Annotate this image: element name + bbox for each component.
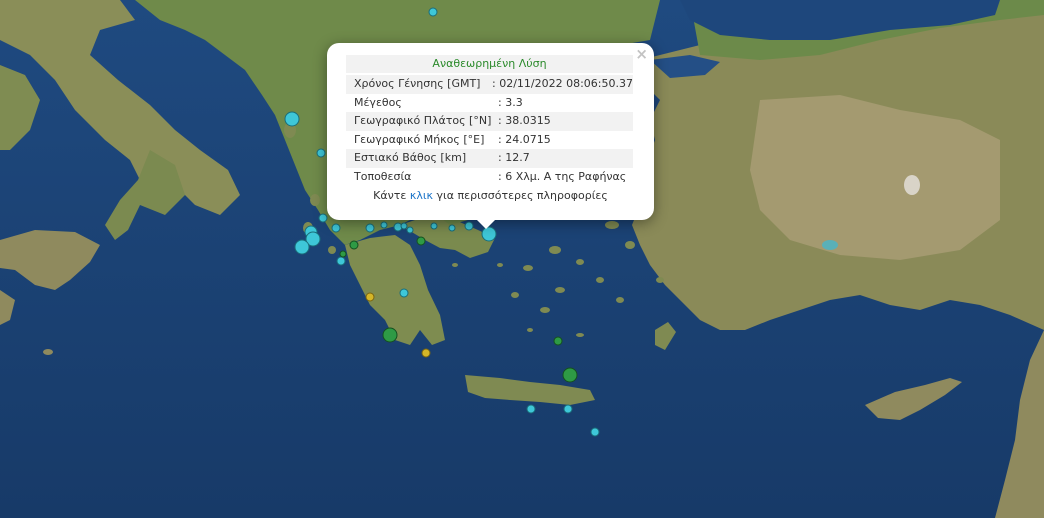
row-label: Τοποθεσία: [354, 169, 412, 183]
earthquake-marker[interactable]: [399, 288, 409, 298]
row-label: Εστιακό Βάθος [km]: [354, 151, 467, 164]
earthquake-marker[interactable]: [406, 226, 414, 234]
row-value: : 24.0715: [498, 132, 551, 146]
lake: [904, 175, 920, 195]
popup-pointer: [476, 219, 496, 229]
row-value: : 6 Χλμ. Α της Ραφήνας: [498, 169, 627, 183]
row-latitude: Γεωγραφικό Πλάτος [°N] : 38.0315: [346, 112, 633, 131]
earthquake-marker[interactable]: [553, 336, 563, 346]
row-label: Γεωγραφικό Μήκος [°E]: [354, 132, 485, 146]
earthquake-marker[interactable]: [380, 221, 388, 229]
earthquake-marker[interactable]: [430, 222, 438, 230]
more-suffix: για περισσότερες πληροφορίες: [433, 189, 608, 202]
earthquake-marker[interactable]: [400, 222, 408, 230]
earthquake-marker[interactable]: [382, 327, 398, 343]
earthquake-marker[interactable]: [590, 427, 600, 437]
earthquake-marker[interactable]: [318, 213, 328, 223]
row-magnitude: Μέγεθος : 3.3: [346, 94, 633, 113]
earthquake-popup: × Αναθεωρημένη Λύση Χρόνος Γένησης [GMT]…: [327, 43, 654, 220]
row-label: Χρόνος Γένησης [GMT]: [354, 77, 481, 90]
popup-title: Αναθεωρημένη Λύση: [346, 55, 633, 73]
earthquake-marker[interactable]: [294, 239, 310, 255]
row-longitude: Γεωγραφικό Μήκος [°E] : 24.0715: [346, 131, 633, 150]
more-info-link[interactable]: κλικ: [410, 189, 433, 202]
earthquake-marker[interactable]: [421, 348, 431, 358]
row-depth: Εστιακό Βάθος [km] : 12.7: [346, 149, 633, 168]
earthquake-marker[interactable]: [339, 250, 347, 258]
lake: [822, 240, 838, 250]
row-origin-time: Χρόνος Γένησης [GMT] : 02/11/2022 08:06:…: [346, 75, 633, 94]
earthquake-marker[interactable]: [365, 292, 375, 302]
row-location: Τοποθεσία : 6 Χλμ. Α της Ραφήνας: [346, 168, 633, 187]
earthquake-marker[interactable]: [448, 224, 456, 232]
earthquake-marker-selected[interactable]: [481, 226, 497, 242]
earthquake-marker[interactable]: [562, 367, 578, 383]
earthquake-marker[interactable]: [336, 256, 346, 266]
earthquake-marker[interactable]: [365, 223, 375, 233]
row-value: : 3.3: [498, 95, 523, 109]
earthquake-marker[interactable]: [526, 404, 536, 414]
more-info-text: Κάντε κλικ για περισσότερες πληροφορίες: [327, 189, 654, 202]
row-label: Μέγεθος: [354, 95, 402, 109]
earthquake-marker[interactable]: [349, 240, 359, 250]
row-value: : 02/11/2022 08:06:50.37: [492, 77, 633, 90]
land-malta: [43, 349, 53, 355]
row-value: : 38.0315: [498, 114, 551, 127]
row-label: Γεωγραφικό Πλάτος [°N]: [354, 114, 492, 127]
earthquake-marker[interactable]: [563, 404, 573, 414]
earthquake-marker[interactable]: [284, 111, 300, 127]
more-prefix: Κάντε: [373, 189, 410, 202]
earthquake-marker[interactable]: [428, 7, 438, 17]
row-value: : 12.7: [498, 151, 530, 164]
earthquake-marker[interactable]: [316, 148, 326, 158]
popup-info-table: Χρόνος Γένησης [GMT] : 02/11/2022 08:06:…: [346, 75, 633, 186]
close-icon[interactable]: ×: [635, 45, 648, 63]
earthquake-marker[interactable]: [331, 223, 341, 233]
earthquake-marker[interactable]: [416, 236, 426, 246]
earthquake-marker[interactable]: [464, 221, 474, 231]
